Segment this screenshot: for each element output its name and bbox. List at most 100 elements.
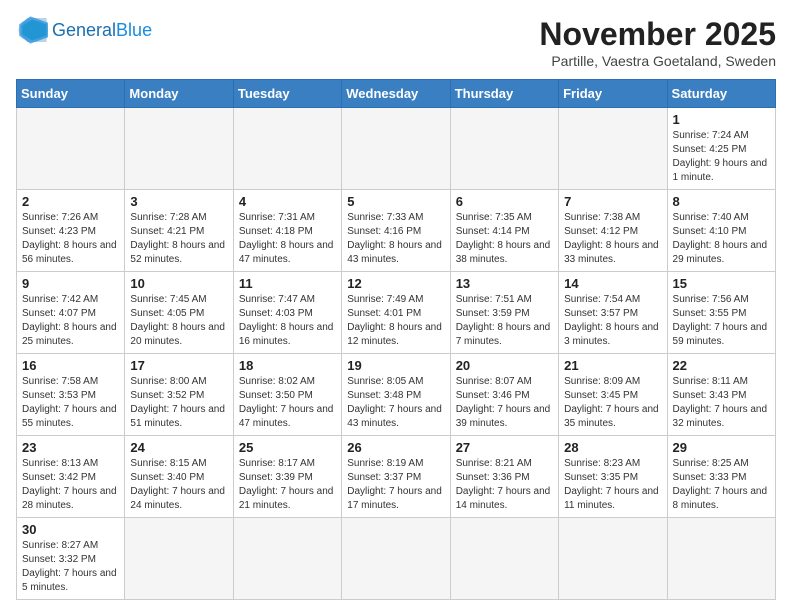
calendar-cell: 13 Sunrise: 7:51 AM Sunset: 3:59 PM Dayli…	[450, 272, 558, 354]
calendar-cell: 25Sunrise: 8:17 AM Sunset: 3:39 PM Dayli…	[233, 436, 341, 518]
calendar-header-row: SundayMondayTuesdayWednesdayThursdayFrid…	[17, 80, 776, 108]
logo-icon	[16, 16, 48, 44]
day-info: Sunrise: 7:31 AM Sunset: 4:18 PM Dayligh…	[239, 211, 336, 267]
calendar-cell: 27Sunrise: 8:21 AM Sunset: 3:36 PM Dayli…	[450, 436, 558, 518]
calendar-cell: 17 Sunrise: 8:00 AM Sunset: 3:52 PM Dayli…	[125, 354, 233, 436]
calendar-week-row: 16Sunrise: 7:58 AM Sunset: 3:53 PM Dayli…	[17, 354, 776, 436]
calendar-cell: 14Sunrise: 7:54 AM Sunset: 3:57 PM Dayli…	[559, 272, 667, 354]
day-number: 28	[564, 440, 661, 455]
day-info: Sunrise: 8:25 AM Sunset: 3:33 PM Dayligh…	[673, 457, 770, 513]
day-info: Sunrise: 7:49 AM Sunset: 4:01 PM Dayligh…	[347, 293, 444, 349]
logo-text: GeneralBlue	[52, 20, 152, 41]
day-number: 7	[564, 194, 661, 209]
calendar-cell: 11 Sunrise: 7:47 AM Sunset: 4:03 PM Dayli…	[233, 272, 341, 354]
calendar-cell: 20 Sunrise: 8:07 AM Sunset: 3:46 PM Dayli…	[450, 354, 558, 436]
calendar-cell	[17, 108, 125, 190]
day-info: Sunrise: 8:19 AM Sunset: 3:37 PM Dayligh…	[347, 457, 444, 513]
logo: GeneralBlue	[16, 16, 152, 44]
calendar-cell: 2 Sunrise: 7:26 AM Sunset: 4:23 PM Daylig…	[17, 190, 125, 272]
calendar-cell: 16Sunrise: 7:58 AM Sunset: 3:53 PM Dayli…	[17, 354, 125, 436]
day-info: Sunrise: 8:15 AM Sunset: 3:40 PM Dayligh…	[130, 457, 227, 513]
day-number: 4	[239, 194, 336, 209]
day-number: 2	[22, 194, 119, 209]
calendar-cell: 15 Sunrise: 7:56 AM Sunset: 3:55 PM Dayli…	[667, 272, 775, 354]
calendar-cell: 4 Sunrise: 7:31 AM Sunset: 4:18 PM Daylig…	[233, 190, 341, 272]
weekday-header-monday: Monday	[125, 80, 233, 108]
calendar-week-row: 1 Sunrise: 7:24 AM Sunset: 4:25 PM Daylig…	[17, 108, 776, 190]
day-number: 26	[347, 440, 444, 455]
calendar-cell: 12 Sunrise: 7:49 AM Sunset: 4:01 PM Dayli…	[342, 272, 450, 354]
calendar-week-row: 23Sunrise: 8:13 AM Sunset: 3:42 PM Dayli…	[17, 436, 776, 518]
day-info: Sunrise: 8:07 AM Sunset: 3:46 PM Dayligh…	[456, 375, 553, 431]
day-number: 12	[347, 276, 444, 291]
day-info: Sunrise: 8:23 AM Sunset: 3:35 PM Dayligh…	[564, 457, 661, 513]
day-info: Sunrise: 7:51 AM Sunset: 3:59 PM Dayligh…	[456, 293, 553, 349]
day-number: 6	[456, 194, 553, 209]
calendar-cell	[233, 518, 341, 600]
day-info: Sunrise: 7:28 AM Sunset: 4:21 PM Dayligh…	[130, 211, 227, 267]
calendar-week-row: 30 Sunrise: 8:27 AM Sunset: 3:32 PM Dayli…	[17, 518, 776, 600]
day-number: 17	[130, 358, 227, 373]
calendar-week-row: 9Sunrise: 7:42 AM Sunset: 4:07 PM Daylig…	[17, 272, 776, 354]
day-number: 18	[239, 358, 336, 373]
calendar-cell: 19 Sunrise: 8:05 AM Sunset: 3:48 PM Dayli…	[342, 354, 450, 436]
title-block: November 2025 Partille, Vaestra Goetalan…	[539, 16, 776, 69]
calendar-cell: 6 Sunrise: 7:35 AM Sunset: 4:14 PM Daylig…	[450, 190, 558, 272]
weekday-header-wednesday: Wednesday	[342, 80, 450, 108]
day-number: 29	[673, 440, 770, 455]
day-info: Sunrise: 8:09 AM Sunset: 3:45 PM Dayligh…	[564, 375, 661, 431]
day-info: Sunrise: 8:21 AM Sunset: 3:36 PM Dayligh…	[456, 457, 553, 513]
calendar-table: SundayMondayTuesdayWednesdayThursdayFrid…	[16, 79, 776, 600]
day-info: Sunrise: 8:11 AM Sunset: 3:43 PM Dayligh…	[673, 375, 770, 431]
day-info: Sunrise: 7:38 AM Sunset: 4:12 PM Dayligh…	[564, 211, 661, 267]
calendar-cell: 26 Sunrise: 8:19 AM Sunset: 3:37 PM Dayli…	[342, 436, 450, 518]
day-info: Sunrise: 8:00 AM Sunset: 3:52 PM Dayligh…	[130, 375, 227, 431]
calendar-cell: 28 Sunrise: 8:23 AM Sunset: 3:35 PM Dayli…	[559, 436, 667, 518]
calendar-cell: 9Sunrise: 7:42 AM Sunset: 4:07 PM Daylig…	[17, 272, 125, 354]
day-number: 30	[22, 522, 119, 537]
day-info: Sunrise: 8:13 AM Sunset: 3:42 PM Dayligh…	[22, 457, 119, 513]
calendar-cell	[559, 518, 667, 600]
day-number: 22	[673, 358, 770, 373]
day-info: Sunrise: 7:40 AM Sunset: 4:10 PM Dayligh…	[673, 211, 770, 267]
weekday-header-friday: Friday	[559, 80, 667, 108]
location-title: Partille, Vaestra Goetaland, Sweden	[539, 53, 776, 69]
day-info: Sunrise: 7:26 AM Sunset: 4:23 PM Dayligh…	[22, 211, 119, 267]
day-info: Sunrise: 7:47 AM Sunset: 4:03 PM Dayligh…	[239, 293, 336, 349]
calendar-cell: 5Sunrise: 7:33 AM Sunset: 4:16 PM Daylig…	[342, 190, 450, 272]
weekday-header-saturday: Saturday	[667, 80, 775, 108]
day-info: Sunrise: 7:58 AM Sunset: 3:53 PM Dayligh…	[22, 375, 119, 431]
calendar-cell: 7 Sunrise: 7:38 AM Sunset: 4:12 PM Daylig…	[559, 190, 667, 272]
day-info: Sunrise: 8:27 AM Sunset: 3:32 PM Dayligh…	[22, 539, 119, 595]
calendar-cell	[450, 518, 558, 600]
day-number: 20	[456, 358, 553, 373]
day-number: 3	[130, 194, 227, 209]
day-info: Sunrise: 7:24 AM Sunset: 4:25 PM Dayligh…	[673, 129, 770, 185]
calendar-cell: 21 Sunrise: 8:09 AM Sunset: 3:45 PM Dayli…	[559, 354, 667, 436]
calendar-week-row: 2 Sunrise: 7:26 AM Sunset: 4:23 PM Daylig…	[17, 190, 776, 272]
day-info: Sunrise: 7:33 AM Sunset: 4:16 PM Dayligh…	[347, 211, 444, 267]
calendar-cell	[342, 518, 450, 600]
day-info: Sunrise: 8:05 AM Sunset: 3:48 PM Dayligh…	[347, 375, 444, 431]
calendar-cell	[125, 518, 233, 600]
day-number: 15	[673, 276, 770, 291]
weekday-header-tuesday: Tuesday	[233, 80, 341, 108]
day-info: Sunrise: 7:42 AM Sunset: 4:07 PM Dayligh…	[22, 293, 119, 349]
day-number: 1	[673, 112, 770, 127]
day-number: 13	[456, 276, 553, 291]
day-number: 11	[239, 276, 336, 291]
page-header: GeneralBlue November 2025 Partille, Vaes…	[16, 16, 776, 69]
day-number: 8	[673, 194, 770, 209]
day-number: 25	[239, 440, 336, 455]
day-number: 19	[347, 358, 444, 373]
day-number: 21	[564, 358, 661, 373]
calendar-cell	[559, 108, 667, 190]
day-info: Sunrise: 7:56 AM Sunset: 3:55 PM Dayligh…	[673, 293, 770, 349]
calendar-cell	[450, 108, 558, 190]
weekday-header-thursday: Thursday	[450, 80, 558, 108]
day-number: 24	[130, 440, 227, 455]
day-info: Sunrise: 7:35 AM Sunset: 4:14 PM Dayligh…	[456, 211, 553, 267]
calendar-cell	[233, 108, 341, 190]
calendar-cell	[342, 108, 450, 190]
calendar-cell: 3 Sunrise: 7:28 AM Sunset: 4:21 PM Daylig…	[125, 190, 233, 272]
